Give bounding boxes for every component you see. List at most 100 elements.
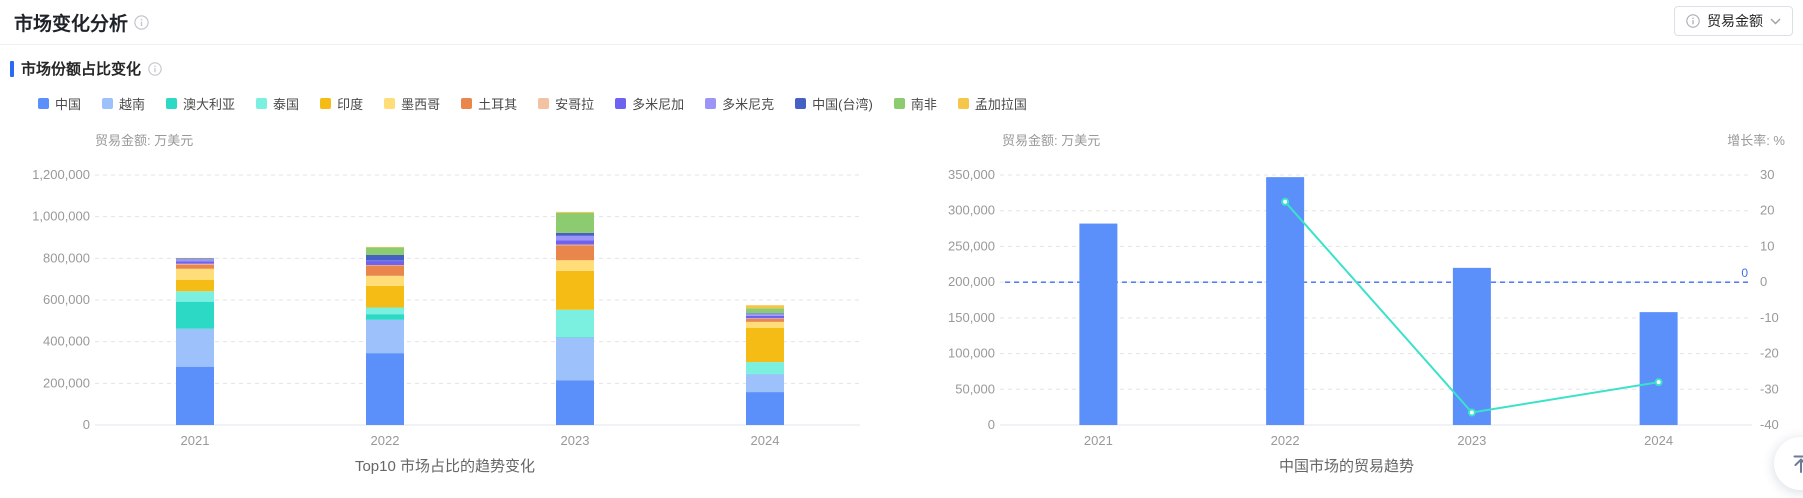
stack-segment[interactable] — [746, 374, 784, 393]
stack-segment[interactable] — [176, 291, 214, 302]
stack-segment[interactable] — [366, 314, 404, 320]
stack-segment[interactable] — [366, 285, 404, 308]
legend-swatch — [957, 98, 969, 109]
stack-segment[interactable] — [556, 380, 594, 425]
stack-segment[interactable] — [746, 321, 784, 328]
legend-item[interactable]: 南非 — [893, 94, 937, 113]
charts-row: 贸易金额: 万美元 0 200,000 400,000 600,000 800,000 1,… — [0, 125, 1803, 476]
stack-segment[interactable] — [556, 212, 594, 233]
legend-item[interactable]: 墨西哥 — [384, 94, 440, 113]
legend-swatch — [384, 98, 396, 109]
stack-segment[interactable] — [176, 366, 214, 425]
stack-segment[interactable] — [746, 308, 784, 314]
stack-segment[interactable] — [176, 264, 214, 269]
legend-label: 孟加拉国 — [974, 97, 1027, 112]
stack-segment[interactable] — [556, 245, 594, 261]
stack-segment[interactable] — [366, 307, 404, 315]
stack-segment[interactable] — [556, 260, 594, 271]
stack-segment[interactable] — [556, 211, 594, 213]
left-chart-title: Top10 市场占比的趋势变化 — [354, 458, 536, 475]
legend-item[interactable]: 印度 — [320, 94, 363, 113]
stack-segment[interactable] — [556, 270, 594, 310]
category-label: 2024 — [1644, 433, 1673, 448]
stack-segment[interactable] — [556, 240, 594, 245]
stacked-bar-chart-canvas[interactable]: 贸易金额: 万美元 0 200,000 400,000 600,000 800,000 1,… — [0, 125, 880, 449]
legend-label: 多米尼克 — [722, 97, 775, 112]
legend-item[interactable]: 泰国 — [256, 94, 299, 113]
stack-segment[interactable] — [556, 337, 594, 381]
axis-tick-label: 30 — [1760, 167, 1774, 182]
arrow-to-top-icon — [1790, 453, 1803, 475]
stack-segment[interactable] — [366, 265, 404, 276]
legend-label: 土耳其 — [478, 97, 518, 112]
axis-tick-label: 100,000 — [948, 346, 995, 361]
legend-item[interactable]: 安哥拉 — [538, 94, 594, 113]
category-label: 2022 — [1271, 433, 1300, 448]
legend-item[interactable]: 中国(台湾) — [795, 94, 873, 113]
stack-segment[interactable] — [366, 255, 404, 261]
stack-segment[interactable] — [176, 280, 214, 292]
growth-rate-point[interactable] — [1654, 378, 1663, 387]
stack-segment[interactable] — [176, 261, 214, 264]
section-header: 市场份额占比变化 — [10, 58, 1803, 79]
stacked-bar-chart: 贸易金额: 万美元 0 200,000 400,000 600,000 800,000 1,… — [0, 125, 890, 476]
stack-segment[interactable] — [176, 263, 214, 265]
axis-tick-label: -40 — [1760, 417, 1779, 432]
info-icon[interactable] — [148, 61, 162, 76]
legend-label: 南非 — [910, 97, 937, 112]
stack-segment[interactable] — [556, 309, 594, 338]
stack-segment[interactable] — [746, 327, 784, 363]
stack-segment[interactable] — [176, 301, 214, 329]
stack-segment[interactable] — [366, 319, 404, 354]
stack-segment[interactable] — [176, 328, 214, 367]
stack-segment[interactable] — [366, 261, 404, 265]
legend-item[interactable]: 越南 — [102, 94, 145, 113]
stack-segment[interactable] — [746, 315, 784, 319]
stack-segment[interactable] — [746, 305, 784, 309]
stack-segment[interactable] — [366, 353, 404, 425]
stack-segment[interactable] — [556, 235, 594, 241]
stack-segment[interactable] — [366, 275, 404, 286]
page-title: 市场变化分析 — [14, 9, 149, 36]
legend-item[interactable]: 多米尼加 — [615, 94, 684, 113]
info-icon[interactable] — [134, 15, 149, 30]
stack-segment[interactable] — [366, 247, 404, 255]
trade-amount-bar[interactable] — [1452, 267, 1491, 425]
legend-item[interactable]: 孟加拉国 — [957, 94, 1027, 113]
trade-amount-bar[interactable] — [1639, 312, 1678, 425]
legend-swatch — [615, 98, 627, 109]
stack-segment[interactable] — [176, 258, 214, 260]
stack-segment[interactable] — [176, 268, 214, 280]
stack-segment[interactable] — [746, 362, 784, 374]
stack-segment[interactable] — [746, 318, 784, 322]
legend-item[interactable]: 多米尼克 — [705, 94, 774, 113]
growth-rate-point[interactable] — [1467, 408, 1476, 417]
legend-item[interactable]: 澳大利亚 — [166, 94, 235, 113]
metric-selector-dropdown[interactable]: 贸易金额 — [1674, 6, 1793, 36]
stack-segment[interactable] — [746, 313, 784, 314]
stack-segment[interactable] — [556, 232, 594, 236]
stack-segment[interactable] — [746, 392, 784, 425]
axis-tick-label: -20 — [1760, 346, 1779, 361]
legend-label: 澳大利亚 — [183, 97, 236, 112]
legend-item[interactable]: 土耳其 — [461, 94, 517, 113]
info-circle-icon — [1686, 14, 1700, 28]
growth-rate-point[interactable] — [1281, 197, 1290, 206]
axis-tick-label: 1,000,000 — [32, 209, 90, 224]
trade-trend-chart-canvas[interactable]: 贸易金额: 万美元 增长率: % 0 -40 50,000 -30 100,000 -20 15… — [890, 125, 1800, 449]
legend-item[interactable]: 中国 — [38, 94, 81, 113]
trade-amount-bar[interactable] — [1266, 177, 1305, 425]
legend-swatch — [166, 98, 178, 109]
legend-label: 安哥拉 — [555, 97, 595, 112]
stack-segment[interactable] — [556, 244, 594, 246]
left-axis-name: 贸易金额: 万美元 — [1002, 133, 1100, 148]
axis-tick-label: 400,000 — [43, 334, 90, 349]
stack-segment[interactable] — [176, 259, 214, 262]
market-analysis-panel: 市场变化分析 贸易金额 市场份额占比变化 中国 越南 澳大利亚 泰国 印度 墨西哥 土耳其 安… — [0, 0, 1803, 498]
axis-tick-label: 50,000 — [955, 381, 995, 396]
trade-amount-bar[interactable] — [1079, 223, 1118, 425]
markline-label: 0 — [1741, 266, 1748, 280]
legend-swatch — [320, 98, 332, 109]
legend-label: 中国 — [55, 97, 82, 112]
stack-segment[interactable] — [746, 313, 784, 316]
